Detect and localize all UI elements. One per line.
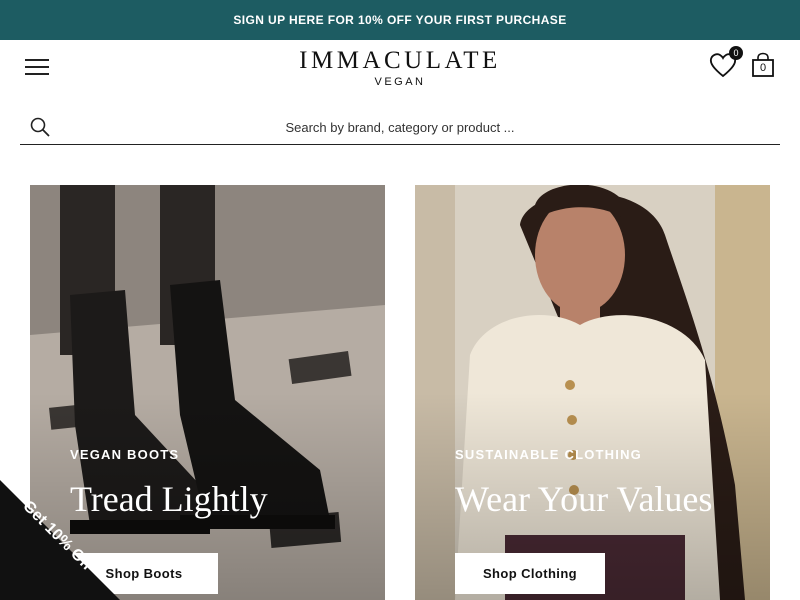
discount-badge[interactable]: Get 10% Off [0, 480, 120, 600]
shop-clothing-button[interactable]: Shop Clothing [455, 553, 605, 594]
search-bar [20, 108, 780, 145]
search-icon[interactable] [30, 117, 50, 137]
logo-main-text: IMMACULATE [299, 47, 501, 74]
bag-count: 0 [759, 62, 767, 74]
promo-tile-clothing[interactable]: SUSTAINABLE CLOTHING Wear Your Values Sh… [415, 185, 770, 600]
site-header: IMMACULATE VEGAN 0 0 [0, 40, 800, 100]
tile-eyebrow: VEGAN BOOTS [70, 447, 180, 462]
shopping-bag-button[interactable]: 0 [751, 52, 775, 80]
promo-bar[interactable]: SIGN UP HERE FOR 10% OFF YOUR FIRST PURC… [0, 0, 800, 40]
site-logo[interactable]: IMMACULATE VEGAN [250, 47, 550, 89]
hamburger-menu-icon[interactable] [25, 57, 49, 77]
promo-text[interactable]: SIGN UP HERE FOR 10% OFF YOUR FIRST PURC… [233, 13, 566, 27]
tile-eyebrow: SUSTAINABLE CLOTHING [455, 447, 642, 462]
wishlist-button[interactable]: 0 [709, 46, 743, 82]
logo-sub-text: VEGAN [374, 76, 426, 88]
wishlist-count-badge: 0 [729, 46, 743, 60]
tile-title: Wear Your Values [455, 479, 713, 519]
search-input[interactable] [60, 114, 740, 140]
